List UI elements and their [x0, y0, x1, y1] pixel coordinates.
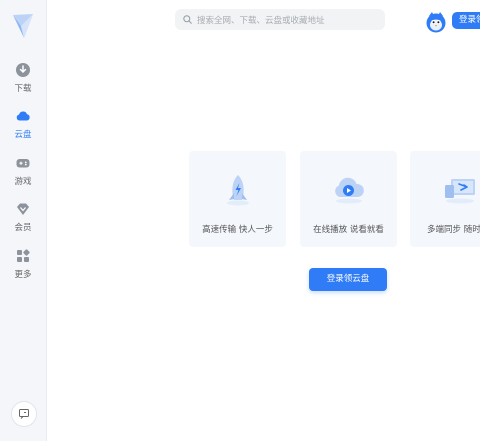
- devices-icon: [445, 179, 475, 204]
- gamepad-icon: [16, 159, 30, 168]
- sidebar-item-more[interactable]: 更多: [0, 248, 46, 288]
- login-button[interactable]: 登录领: [452, 12, 480, 29]
- avatar[interactable]: [426, 11, 446, 33]
- sidebar-item-cloud[interactable]: 云盘: [0, 108, 46, 148]
- search-input[interactable]: 搜索全网、下载、云盘或收藏地址: [175, 9, 385, 30]
- cloud-icon: [16, 111, 30, 121]
- search-placeholder: 搜索全网、下载、云盘或收藏地址: [197, 15, 325, 26]
- diamond-icon: [17, 203, 29, 215]
- feature-card-speed: 高速传输 快人一步: [189, 151, 286, 247]
- feedback-button[interactable]: [11, 401, 37, 427]
- feature-card-sync: 多端同步 随时访: [410, 151, 480, 247]
- search-icon: [183, 15, 192, 24]
- login-cloud-button[interactable]: 登录领云盘: [309, 268, 387, 291]
- sidebar-item-label: 更多: [14, 270, 32, 280]
- sidebar-item-download[interactable]: 下载: [0, 62, 46, 102]
- sidebar-item-label: 会员: [14, 223, 32, 233]
- sidebar: 下载 云盘 游戏 会员 更多: [0, 0, 47, 441]
- sidebar-item-game[interactable]: 游戏: [0, 155, 46, 195]
- rocket-icon: [226, 175, 249, 206]
- feedback-icon: [19, 409, 29, 419]
- sidebar-item-label: 游戏: [14, 177, 32, 187]
- grid-icon: [17, 249, 30, 262]
- cloud-play-icon: [334, 177, 364, 204]
- sidebar-item-label: 云盘: [14, 130, 32, 140]
- feature-caption: 高速传输 快人一步: [202, 225, 273, 235]
- download-icon: [16, 63, 30, 77]
- sidebar-item-vip[interactable]: 会员: [0, 201, 46, 241]
- feature-caption: 在线播放 说看就看: [313, 225, 384, 235]
- sidebar-item-label: 下载: [14, 84, 32, 94]
- app-logo-icon: [13, 14, 33, 38]
- feature-caption: 多端同步 随时访: [427, 225, 480, 235]
- feature-card-play: 在线播放 说看就看: [300, 151, 397, 247]
